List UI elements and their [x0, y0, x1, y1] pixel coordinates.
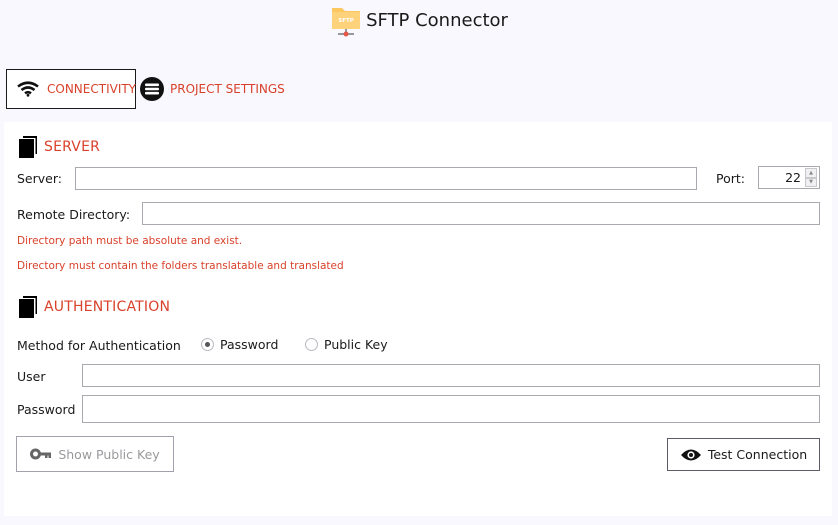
- logo-text: SFTP: [338, 18, 354, 24]
- password-label: Password: [17, 402, 76, 417]
- password-input[interactable]: [82, 395, 820, 423]
- user-input[interactable]: [82, 364, 820, 387]
- user-label: User: [17, 369, 46, 384]
- hint-required-folders: Directory must contain the folders trans…: [17, 260, 344, 272]
- key-icon: [30, 448, 52, 460]
- eye-icon: [680, 448, 702, 462]
- auth-method-label: Method for Authentication: [17, 338, 181, 353]
- test-connection-button[interactable]: Test Connection: [667, 438, 820, 471]
- tab-connectivity[interactable]: CONNECTIVITY: [6, 69, 136, 109]
- copy-icon: [19, 296, 37, 318]
- window-title: SFTP Connector: [366, 9, 508, 31]
- radio-password[interactable]: Password: [201, 337, 278, 352]
- port-label: Port:: [716, 171, 745, 186]
- tab-label: CONNECTIVITY: [47, 82, 137, 96]
- remote-directory-label: Remote Directory:: [17, 207, 131, 222]
- radio-public-key-indicator[interactable]: [305, 338, 318, 351]
- title-bar: SFTP SFTP Connector: [0, 0, 838, 40]
- server-section-header: SERVER: [18, 136, 100, 158]
- server-section-title: SERVER: [44, 139, 101, 155]
- tab-label: PROJECT SETTINGS: [170, 82, 285, 96]
- port-increment-button[interactable]: ▲: [805, 168, 817, 178]
- port-stepper[interactable]: 22 ▲ ▼: [758, 166, 820, 189]
- auth-section-header: AUTHENTICATION: [18, 296, 170, 318]
- tab-bar: CONNECTIVITY PROJECT SETTINGS: [6, 69, 290, 109]
- sftp-folder-icon: SFTP: [332, 8, 361, 37]
- auth-section-title: AUTHENTICATION: [44, 299, 171, 315]
- show-public-key-label: Show Public Key: [58, 446, 160, 462]
- list-circle-icon: [140, 77, 164, 101]
- remote-directory-input[interactable]: [142, 202, 820, 225]
- radio-password-label: Password: [220, 337, 279, 352]
- copy-icon: [19, 136, 37, 158]
- radio-public-key-label: Public Key: [324, 337, 388, 352]
- port-decrement-button[interactable]: ▼: [805, 177, 817, 187]
- test-connection-label: Test Connection: [707, 447, 808, 462]
- server-input[interactable]: [75, 167, 697, 190]
- server-label: Server:: [17, 171, 62, 186]
- connectivity-panel: SERVER Server: Port: 22 ▲ ▼ Remote Direc…: [4, 122, 832, 516]
- radio-public-key[interactable]: Public Key: [305, 337, 388, 352]
- hint-absolute-path: Directory path must be absolute and exis…: [17, 235, 243, 247]
- port-value: 22: [785, 170, 801, 185]
- wifi-icon: [17, 81, 39, 97]
- tab-project-settings[interactable]: PROJECT SETTINGS: [136, 69, 290, 109]
- radio-password-indicator[interactable]: [201, 338, 214, 351]
- show-public-key-button[interactable]: Show Public Key: [16, 436, 174, 472]
